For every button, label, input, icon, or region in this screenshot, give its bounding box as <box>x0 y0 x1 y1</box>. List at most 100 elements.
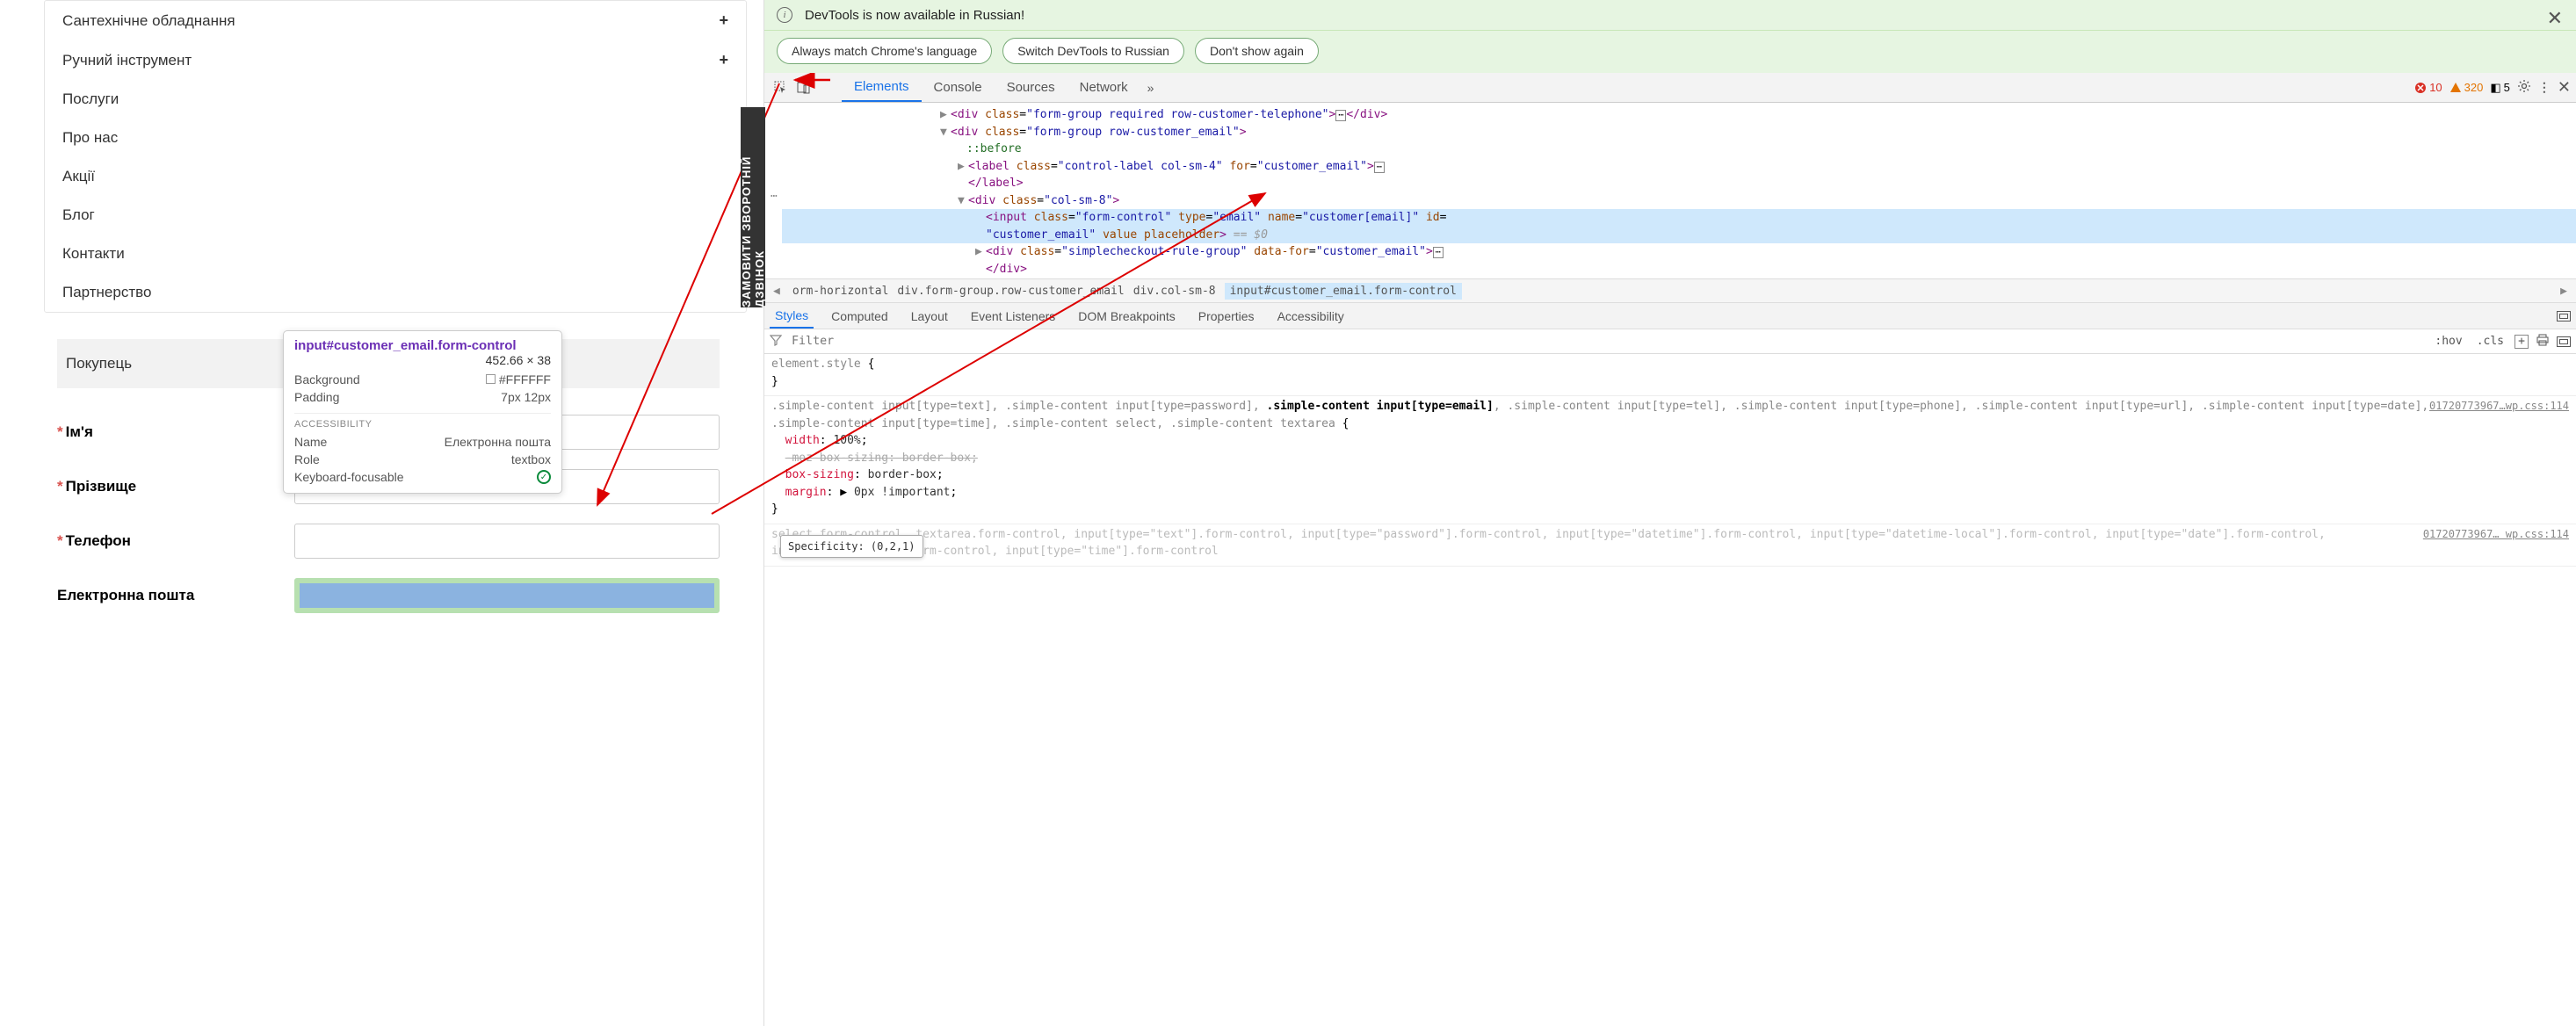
breadcrumb-item[interactable]: div.form-group.row-customer_email <box>897 285 1124 298</box>
devtools-tabs: Elements Console Sources Network » 10 32… <box>764 73 2576 103</box>
label-email: Електронна пошта <box>57 587 294 604</box>
inspector-tooltip: input#customer_email.form-control452.66 … <box>283 330 562 494</box>
btn-switch-lang[interactable]: Switch DevTools to Russian <box>1002 38 1184 64</box>
nav-label: Акції <box>62 168 95 185</box>
tooltip-pad-value: 7px 12px <box>501 390 551 404</box>
tooltip-role-value: textbox <box>511 452 551 466</box>
tab-styles[interactable]: Styles <box>770 304 814 329</box>
box-model-icon[interactable] <box>2557 311 2571 322</box>
nav-label: Послуги <box>62 90 119 108</box>
nav-item-contacts[interactable]: Контакти <box>45 235 746 273</box>
warning-badge[interactable]: 320 <box>2449 81 2484 94</box>
issue-badge[interactable]: ◧5 <box>2490 81 2510 95</box>
nav-item-about[interactable]: Про нас <box>45 119 746 157</box>
tooltip-a11y-header: ACCESSIBILITY <box>294 413 551 430</box>
devtools-panel: i DevTools is now available in Russian! … <box>764 0 2576 1026</box>
expand-icon[interactable]: + <box>719 51 728 69</box>
lang-notice: i DevTools is now available in Russian! … <box>764 0 2576 31</box>
cls-toggle[interactable]: .cls <box>2473 333 2507 350</box>
dom-gutter-icon[interactable]: ⋯ <box>771 190 778 203</box>
new-rule-icon[interactable]: + <box>2514 335 2529 349</box>
form-row-email: Електронна пошта <box>57 578 720 613</box>
tooltip-pad-label: Padding <box>294 390 339 404</box>
style-source-link[interactable]: 01720773967…wp.css:114 <box>2429 398 2569 414</box>
nav-label: Контакти <box>62 245 125 263</box>
device-toggle-icon[interactable] <box>792 81 815 95</box>
expand-icon[interactable]: + <box>719 11 728 30</box>
nav-item-partnership[interactable]: Партнерство <box>45 273 746 312</box>
notice-text: DevTools is now available in Russian! <box>805 8 1024 23</box>
devtools-close-icon[interactable]: ✕ <box>2558 78 2571 97</box>
tab-network[interactable]: Network <box>1067 74 1140 101</box>
breadcrumb-item-active[interactable]: input#customer_email.form-control <box>1225 283 1462 300</box>
tab-dombp[interactable]: DOM Breakpoints <box>1073 305 1180 328</box>
tooltip-name-label: Name <box>294 435 327 449</box>
styles-tabs: Styles Computed Layout Event Listeners D… <box>764 303 2576 329</box>
check-icon: ✓ <box>537 470 551 484</box>
tooltip-name-value: Електронна пошта <box>445 435 551 449</box>
styles-pane[interactable]: element.style { } 01720773967…wp.css:114… <box>764 354 2576 1026</box>
style-rule-element[interactable]: element.style { } <box>764 354 2576 396</box>
specificity-tooltip: Specificity: (0,2,1) <box>780 535 923 558</box>
tab-properties[interactable]: Properties <box>1193 305 1260 328</box>
color-swatch-icon <box>486 374 496 384</box>
dom-selected-node: <input class="form-control" type="email"… <box>782 209 2576 227</box>
gear-icon[interactable] <box>2517 79 2531 96</box>
btn-always-match[interactable]: Always match Chrome's language <box>777 38 992 64</box>
nav-label: Партнерство <box>62 284 151 301</box>
tab-console[interactable]: Console <box>922 74 995 101</box>
print-styles-icon[interactable] <box>2536 334 2550 350</box>
kebab-icon[interactable]: ⋮ <box>2538 80 2551 95</box>
tooltip-bg-value: #FFFFFF <box>499 372 551 387</box>
tooltip-dimensions: 452.66 × 38 <box>486 353 551 367</box>
tooltip-selector: input#customer_email.form-control <box>294 338 517 353</box>
nav-label: Сантехнічне обладнання <box>62 12 235 30</box>
notice-buttons: Always match Chrome's language Switch De… <box>764 31 2576 73</box>
hov-toggle[interactable]: :hov <box>2431 333 2465 350</box>
label-name: *Ім'я <box>57 423 294 441</box>
nav-item-tools[interactable]: Ручний інструмент + <box>45 40 746 80</box>
tooltip-role-label: Role <box>294 452 320 466</box>
form-row-phone: *Телефон <box>57 524 720 559</box>
close-icon[interactable]: ✕ <box>2547 7 2563 30</box>
inspect-icon[interactable] <box>770 81 792 95</box>
nav-label: Блог <box>62 206 95 224</box>
breadcrumb-left-icon[interactable]: ◀ <box>770 285 784 298</box>
nav-item-blog[interactable]: Блог <box>45 196 746 235</box>
styles-filter-bar: :hov .cls + <box>764 329 2576 354</box>
style-rule-simple-content[interactable]: 01720773967…wp.css:114 .simple-content i… <box>764 396 2576 524</box>
info-icon: i <box>777 7 792 23</box>
error-badge[interactable]: 10 <box>2414 81 2442 94</box>
box-model-icon-2[interactable] <box>2557 336 2571 347</box>
callback-tab[interactable]: ЗАМОВИТИ ЗВОРОТНІЙ ДЗВІНОК <box>741 107 765 307</box>
phone-input[interactable] <box>294 524 720 559</box>
btn-dont-show[interactable]: Don't show again <box>1195 38 1319 64</box>
style-source-link[interactable]: 01720773967… wp.css:114 <box>2423 526 2569 542</box>
label-surname: *Прізвище <box>57 478 294 495</box>
tab-computed[interactable]: Computed <box>826 305 894 328</box>
tab-elements[interactable]: Elements <box>842 73 922 102</box>
dom-breadcrumb: ◀ orm-horizontal div.form-group.row-cust… <box>764 278 2576 303</box>
nav-item-plumbing[interactable]: Сантехнічне обладнання + <box>45 1 746 40</box>
tooltip-bg-label: Background <box>294 372 360 387</box>
nav-list: Сантехнічне обладнання + Ручний інструмен… <box>44 0 747 313</box>
label-phone: *Телефон <box>57 532 294 550</box>
nav-label: Про нас <box>62 129 118 147</box>
styles-filter-input[interactable] <box>789 332 1228 350</box>
tab-listeners[interactable]: Event Listeners <box>966 305 1061 328</box>
style-rule-form-control[interactable]: 01720773967… wp.css:114 select.form-cont… <box>764 524 2576 567</box>
breadcrumb-item[interactable]: orm-horizontal <box>792 285 889 298</box>
tab-accessibility[interactable]: Accessibility <box>1272 305 1350 328</box>
breadcrumb-right-icon[interactable]: ▶ <box>2557 285 2571 298</box>
nav-item-promo[interactable]: Акції <box>45 157 746 196</box>
tab-layout[interactable]: Layout <box>906 305 953 328</box>
tooltip-focus-label: Keyboard-focusable <box>294 470 404 484</box>
tab-sources[interactable]: Sources <box>995 74 1067 101</box>
nav-label: Ручний інструмент <box>62 52 192 69</box>
more-tabs-icon[interactable]: » <box>1140 81 1161 95</box>
breadcrumb-item[interactable]: div.col-sm-8 <box>1133 285 1216 298</box>
nav-item-services[interactable]: Послуги <box>45 80 746 119</box>
filter-icon <box>770 334 782 349</box>
dom-tree[interactable]: ▶<div class="form-group required row-cus… <box>764 103 2576 278</box>
email-input[interactable] <box>294 578 720 613</box>
